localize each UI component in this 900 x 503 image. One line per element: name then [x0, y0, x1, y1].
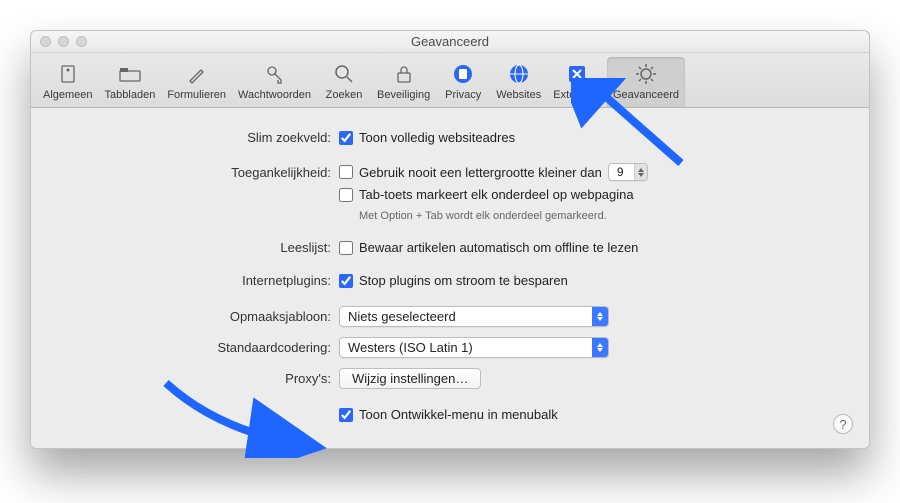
show-develop-menu-checkbox[interactable] — [339, 408, 353, 422]
close-icon[interactable] — [40, 36, 51, 47]
websites-icon — [506, 61, 532, 87]
zoom-icon[interactable] — [76, 36, 87, 47]
content-pane: Slim zoekveld: Toon volledig websiteadre… — [31, 108, 869, 448]
tab-label: Beveiliging — [377, 89, 430, 101]
tab-highlights-checkbox[interactable] — [339, 188, 353, 202]
encoding-select[interactable]: Westers (ISO Latin 1) — [339, 337, 609, 358]
stylesheet-value: Niets geselecteerd — [348, 309, 456, 324]
tab-wachtwoorden[interactable]: Wachtwoorden — [232, 57, 317, 107]
tab-zoeken[interactable]: Zoeken — [317, 57, 371, 107]
tab-label: Formulieren — [167, 89, 226, 101]
tab-geavanceerd[interactable]: Geavanceerd — [607, 57, 685, 107]
opmaaksjabloon-label: Opmaaksjabloon: — [59, 309, 339, 324]
tab-highlights-text: Tab-toets markeert elk onderdeel op webp… — [359, 187, 634, 202]
tab-label: Geavanceerd — [613, 89, 679, 101]
show-full-address-text: Toon volledig websiteadres — [359, 130, 515, 145]
tab-formulieren[interactable]: Formulieren — [161, 57, 232, 107]
autofill-icon — [184, 61, 210, 87]
tab-tabbladen[interactable]: Tabbladen — [99, 57, 162, 107]
internetplugins-label: Internetplugins: — [59, 273, 339, 288]
chevron-updown-icon — [634, 164, 647, 180]
window-controls[interactable] — [40, 36, 87, 47]
toegankelijkheid-label: Toegankelijkheid: — [59, 165, 339, 180]
help-button[interactable]: ? — [833, 414, 853, 434]
help-icon: ? — [839, 417, 846, 432]
stop-plugins-text: Stop plugins om stroom te besparen — [359, 273, 568, 288]
tab-label: Zoeken — [326, 89, 363, 101]
tab-privacy[interactable]: Privacy — [436, 57, 490, 107]
tab-websites[interactable]: Websites — [490, 57, 547, 107]
show-full-address-checkbox[interactable] — [339, 131, 353, 145]
tab-label: Algemeen — [43, 89, 93, 101]
change-proxy-text: Wijzig instellingen… — [352, 371, 468, 386]
leeslijst-label: Leeslijst: — [59, 240, 339, 255]
tabs-icon — [117, 61, 143, 87]
save-offline-text: Bewaar artikelen automatisch om offline … — [359, 240, 638, 255]
tab-beveiliging[interactable]: Beveiliging — [371, 57, 436, 107]
toolbar: Algemeen Tabbladen Formulieren Wachtwoor… — [31, 53, 869, 108]
min-font-size-checkbox[interactable] — [339, 165, 353, 179]
search-icon — [331, 61, 357, 87]
tab-label: Tabbladen — [105, 89, 156, 101]
general-icon — [55, 61, 81, 87]
tab-algemeen[interactable]: Algemeen — [37, 57, 99, 107]
show-develop-menu-text: Toon Ontwikkel-menu in menubalk — [359, 407, 558, 422]
extensions-icon — [564, 61, 590, 87]
stylesheet-select[interactable]: Niets geselecteerd — [339, 306, 609, 327]
security-icon — [391, 61, 417, 87]
chevron-updown-icon — [592, 307, 608, 326]
font-size-value: 9 — [617, 165, 624, 179]
window-title: Geavanceerd — [31, 31, 869, 53]
proxy-label: Proxy's: — [59, 371, 339, 386]
minimize-icon[interactable] — [58, 36, 69, 47]
tab-label: Privacy — [445, 89, 481, 101]
tab-label: Wachtwoorden — [238, 89, 311, 101]
privacy-icon — [450, 61, 476, 87]
stop-plugins-checkbox[interactable] — [339, 274, 353, 288]
chevron-updown-icon — [592, 338, 608, 357]
change-proxy-button[interactable]: Wijzig instellingen… — [339, 368, 481, 389]
min-font-size-text: Gebruik nooit een lettergrootte kleiner … — [359, 165, 602, 180]
preferences-window: Geavanceerd Algemeen Tabbladen Formulier… — [30, 30, 870, 449]
advanced-icon — [633, 61, 659, 87]
slim-zoekveld-label: Slim zoekveld: — [59, 130, 339, 145]
tab-highlights-hint: Met Option + Tab wordt elk onderdeel gem… — [359, 210, 607, 222]
passwords-icon — [262, 61, 288, 87]
titlebar: Geavanceerd — [31, 31, 869, 53]
save-offline-checkbox[interactable] — [339, 241, 353, 255]
font-size-select[interactable]: 9 — [608, 163, 648, 181]
encoding-value: Westers (ISO Latin 1) — [348, 340, 473, 355]
tab-extensies[interactable]: Extensies — [547, 57, 607, 107]
standaardcodering-label: Standaardcodering: — [59, 340, 339, 355]
tab-label: Websites — [496, 89, 541, 101]
tab-label: Extensies — [553, 89, 601, 101]
